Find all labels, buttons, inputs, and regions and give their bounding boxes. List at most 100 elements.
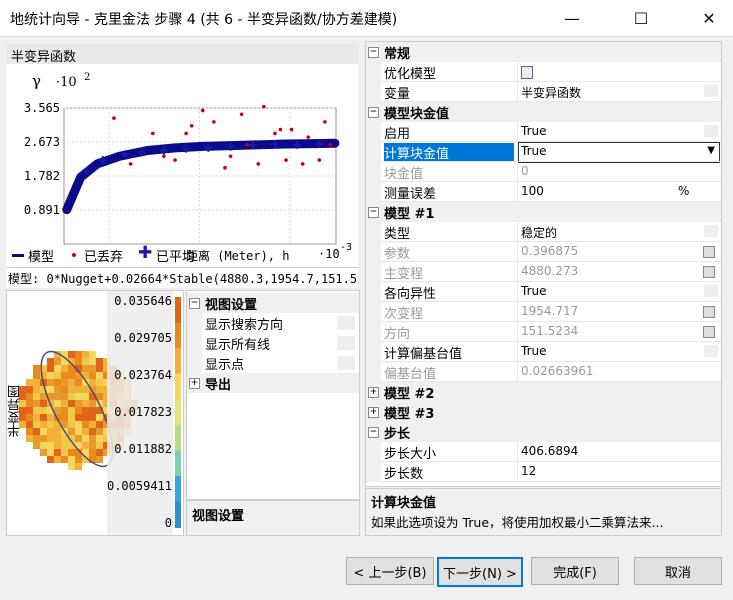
view-settings-description: 视图设置 bbox=[186, 500, 360, 536]
scale-label: 0.017823 bbox=[114, 405, 172, 419]
property-row[interactable]: 计算偏基台值 True bbox=[366, 342, 721, 362]
property-value[interactable]: True bbox=[521, 124, 547, 138]
prop-toggle-button[interactable] bbox=[337, 356, 355, 370]
property-row[interactable]: 步长大小 406.6894 bbox=[366, 442, 721, 462]
property-value[interactable]: 0 bbox=[521, 164, 529, 178]
surface-cell bbox=[75, 463, 82, 470]
property-row[interactable]: 块金值 0 bbox=[366, 162, 721, 182]
prop-show-points[interactable]: 显示点 bbox=[187, 353, 359, 373]
property-value[interactable]: 151.5234 bbox=[521, 324, 578, 338]
surface-cell bbox=[96, 414, 103, 421]
prop-toggle-button[interactable] bbox=[337, 336, 355, 350]
property-row[interactable]: 变量 半变异函数 bbox=[366, 82, 721, 102]
value-picker-button[interactable] bbox=[704, 85, 718, 97]
surface-cell bbox=[54, 442, 61, 449]
category-row[interactable]: + 模型 #3 bbox=[366, 402, 721, 422]
property-value[interactable]: 4880.273 bbox=[521, 264, 578, 278]
collapse-icon[interactable]: − bbox=[368, 427, 379, 438]
property-row[interactable]: 次变程 1954.717 bbox=[366, 302, 721, 322]
surface-cell bbox=[68, 407, 75, 414]
prop-show-all-lines[interactable]: 显示所有线 bbox=[187, 333, 359, 353]
expand-icon[interactable]: + bbox=[368, 387, 379, 398]
surface-cell bbox=[68, 414, 75, 421]
property-value[interactable]: 稳定的 bbox=[521, 224, 557, 241]
property-value[interactable]: 半变异函数 bbox=[521, 84, 581, 101]
calculator-icon[interactable] bbox=[703, 266, 715, 278]
property-value[interactable]: 1954.717 bbox=[521, 304, 578, 318]
y-tick-label: 0.891 bbox=[24, 203, 60, 217]
minimize-icon[interactable]: — bbox=[549, 0, 595, 36]
category-row[interactable]: − 模型 #1 bbox=[366, 202, 721, 222]
next-button[interactable]: 下一步(N) > bbox=[437, 557, 523, 587]
calculator-icon[interactable] bbox=[703, 326, 715, 338]
property-grid[interactable]: − 常规 优化模型 变量 半变异函数 − 模型块金值 启用 True 计算块金值 True ▼ 块金值 0… bbox=[365, 41, 722, 487]
value-picker-button[interactable] bbox=[704, 225, 718, 237]
collapse-icon[interactable]: − bbox=[368, 47, 379, 58]
property-value[interactable]: 12 bbox=[521, 464, 536, 478]
value-dropdown[interactable] bbox=[518, 142, 720, 163]
prop-toggle-button[interactable] bbox=[337, 316, 355, 330]
property-name: 测量误差 bbox=[384, 187, 437, 202]
property-row[interactable]: 类型 稳定的 bbox=[366, 222, 721, 242]
variogram-chart-panel[interactable]: γ ·10 2 00.8132.444.0670.8911.7822.6733.… bbox=[6, 64, 358, 269]
cancel-button[interactable]: 取消 bbox=[634, 557, 722, 585]
category-view-settings[interactable]: − 视图设置 bbox=[187, 293, 359, 313]
maximize-icon[interactable]: ☐ bbox=[618, 0, 664, 36]
category-label: 步长 bbox=[384, 427, 411, 442]
property-row[interactable]: 计算块金值 True ▼ bbox=[366, 142, 721, 163]
surface-map[interactable]: 0.035646 0.029705 0.023764 0.017823 0.011882… bbox=[7, 291, 183, 535]
row-gutter bbox=[366, 302, 381, 322]
collapse-icon[interactable]: − bbox=[189, 298, 200, 309]
variogram-chart[interactable]: γ ·10 2 00.8132.444.0670.8911.7822.6733.… bbox=[6, 64, 358, 263]
optimize-icon[interactable] bbox=[521, 66, 533, 79]
variogram-header-label: 半变异函数 bbox=[11, 50, 77, 65]
property-row[interactable]: 主变程 4880.273 bbox=[366, 262, 721, 282]
property-value[interactable]: 100 bbox=[521, 184, 544, 198]
category-row[interactable]: − 常规 bbox=[366, 42, 721, 62]
property-row[interactable]: 步长数 12 bbox=[366, 462, 721, 482]
property-value[interactable]: True bbox=[521, 344, 547, 358]
property-value[interactable]: 0.02663961 bbox=[521, 364, 594, 378]
property-row[interactable]: 偏基台值 0.02663961 bbox=[366, 362, 721, 382]
value-picker-button[interactable] bbox=[704, 285, 718, 297]
property-row[interactable]: 方向 151.5234 bbox=[366, 322, 721, 342]
view-settings-grid[interactable]: − 视图设置 显示搜索方向 显示所有线 显示点 + 导出 bbox=[186, 290, 360, 500]
scale-segment bbox=[175, 450, 181, 477]
y-axis-scale: ·10 bbox=[56, 75, 77, 90]
category-row[interactable]: − 步长 bbox=[366, 422, 721, 442]
collapse-icon[interactable]: − bbox=[368, 207, 379, 218]
category-label: 常规 bbox=[384, 47, 411, 62]
row-gutter bbox=[366, 262, 381, 282]
category-row[interactable]: + 模型 #2 bbox=[366, 382, 721, 402]
column-divider bbox=[517, 322, 518, 342]
property-row[interactable]: 优化模型 bbox=[366, 62, 721, 82]
calculator-icon[interactable] bbox=[703, 306, 715, 318]
property-value[interactable]: 0.396875 bbox=[521, 244, 578, 258]
category-label: 导出 bbox=[205, 378, 232, 393]
chevron-down-icon[interactable]: ▼ bbox=[707, 145, 715, 156]
row-gutter bbox=[366, 182, 381, 202]
property-row[interactable]: 各向异性 True bbox=[366, 282, 721, 302]
category-export[interactable]: + 导出 bbox=[187, 373, 359, 393]
property-row[interactable]: 参数 0.396875 bbox=[366, 242, 721, 262]
finish-button[interactable]: 完成(F) bbox=[531, 557, 619, 585]
property-value[interactable]: 406.6894 bbox=[521, 444, 578, 458]
back-button[interactable]: < 上一步(B) bbox=[346, 557, 434, 585]
close-icon[interactable]: ✕ bbox=[686, 0, 732, 36]
property-name: 步长大小 bbox=[384, 447, 437, 462]
value-picker-button[interactable] bbox=[704, 345, 718, 357]
expand-icon[interactable]: + bbox=[368, 407, 379, 418]
semivariogram-surface[interactable]: 0.035646 0.029705 0.023764 0.017823 0.011882… bbox=[6, 290, 184, 536]
surface-cell bbox=[82, 435, 89, 442]
collapse-icon[interactable]: − bbox=[368, 107, 379, 118]
property-row[interactable]: 测量误差 100% bbox=[366, 182, 721, 202]
expand-icon[interactable]: + bbox=[189, 378, 200, 389]
property-row[interactable]: 启用 True bbox=[366, 122, 721, 142]
category-row[interactable]: − 模型块金值 bbox=[366, 102, 721, 122]
prop-show-search-direction[interactable]: 显示搜索方向 bbox=[187, 313, 359, 333]
calculator-icon[interactable] bbox=[703, 246, 715, 258]
property-value[interactable]: True bbox=[521, 284, 547, 298]
surface-cell bbox=[75, 393, 82, 400]
property-value[interactable]: True bbox=[521, 144, 547, 158]
value-picker-button[interactable] bbox=[704, 125, 718, 137]
